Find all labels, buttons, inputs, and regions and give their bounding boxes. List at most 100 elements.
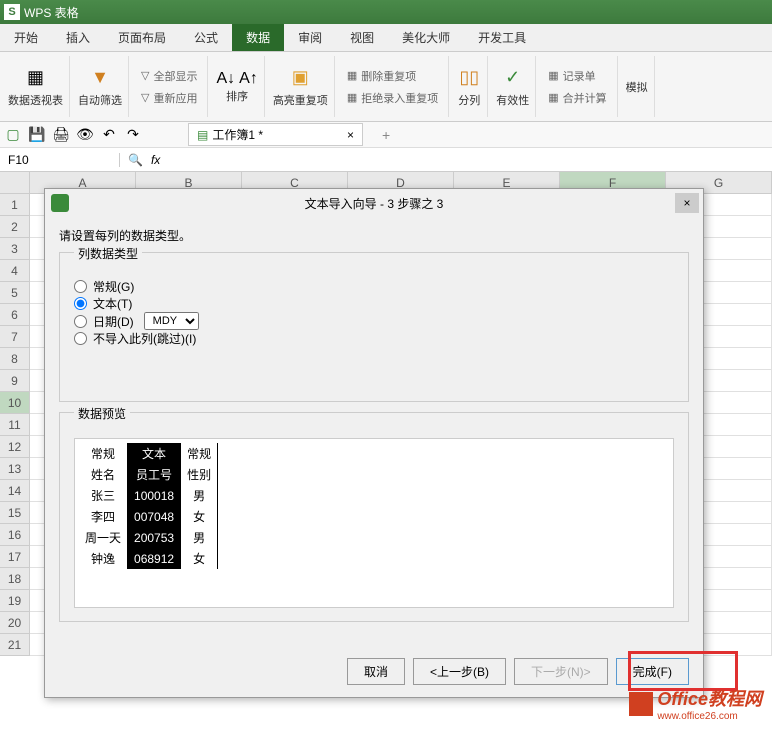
fx-icon[interactable]: fx	[151, 153, 160, 167]
preview-table: 常规文本常规姓名员工号性别张三100018男李四007048女周一天200753…	[79, 443, 218, 569]
back-button[interactable]: <上一步(B)	[413, 658, 506, 685]
row-header-6[interactable]: 6	[0, 304, 30, 326]
finish-button[interactable]: 完成(F)	[616, 658, 689, 685]
print-icon[interactable]: 🖨	[52, 126, 70, 144]
radio-skip-input[interactable]	[74, 332, 87, 345]
reject-dup-icon: ▦	[347, 91, 357, 104]
row-header-14[interactable]: 14	[0, 480, 30, 502]
workbook-tab-label: 工作簿1 *	[212, 126, 263, 143]
sort-button[interactable]: 排序	[226, 88, 248, 104]
row-header-2[interactable]: 2	[0, 216, 30, 238]
radio-general-input[interactable]	[74, 280, 87, 293]
menu-layout[interactable]: 页面布局	[104, 24, 180, 51]
menu-beautify[interactable]: 美化大师	[388, 24, 464, 51]
pivot-icon: ▦	[24, 66, 48, 90]
date-format-select[interactable]: MDY	[144, 312, 199, 330]
dialog-close-button[interactable]: ×	[675, 193, 699, 213]
dialog-logo-icon	[51, 194, 69, 212]
sort-desc-icon[interactable]: A↑	[239, 70, 258, 88]
row-header-12[interactable]: 12	[0, 436, 30, 458]
row-header-20[interactable]: 20	[0, 612, 30, 634]
row-header-11[interactable]: 11	[0, 414, 30, 436]
autofilter-button[interactable]: ▼ 自动筛选	[78, 66, 122, 108]
row-header-10[interactable]: 10	[0, 392, 30, 414]
title-bar: S WPS 表格	[0, 0, 772, 24]
menu-insert[interactable]: 插入	[52, 24, 104, 51]
whatif-label[interactable]: 模拟	[626, 79, 648, 95]
validation-button[interactable]: ✓ 有效性	[496, 66, 529, 108]
radio-general-label: 常规(G)	[93, 278, 134, 295]
radio-general[interactable]: 常规(G)	[74, 278, 674, 295]
cancel-button[interactable]: 取消	[347, 658, 405, 685]
row-header-4[interactable]: 4	[0, 260, 30, 282]
remove-dup-icon: ▦	[347, 69, 357, 82]
radio-date[interactable]: 日期(D) MDY	[74, 312, 674, 330]
undo-icon[interactable]: ↶	[100, 126, 118, 144]
row-header-16[interactable]: 16	[0, 524, 30, 546]
menu-view[interactable]: 视图	[336, 24, 388, 51]
reapply-button[interactable]: ▽重新应用	[137, 88, 201, 108]
radio-text[interactable]: 文本(T)	[74, 295, 674, 312]
showall-label: 全部显示	[153, 68, 197, 84]
next-button: 下一步(N)>	[514, 658, 608, 685]
radio-text-input[interactable]	[74, 297, 87, 310]
save-icon[interactable]: 💾	[28, 126, 46, 144]
consolidate-button[interactable]: ▦合并计算	[544, 88, 610, 108]
redo-icon[interactable]: ↷	[124, 126, 142, 144]
row-header-13[interactable]: 13	[0, 458, 30, 480]
row-header-8[interactable]: 8	[0, 348, 30, 370]
row-header-15[interactable]: 15	[0, 502, 30, 524]
radio-skip[interactable]: 不导入此列(跳过)(I)	[74, 330, 674, 347]
ribbon: ▦ 数据透视表 ▼ 自动筛选 ▽全部显示 ▽重新应用 A↓ A↑ 排序 ▣ 高亮…	[0, 52, 772, 122]
pivot-label: 数据透视表	[8, 92, 63, 108]
consolidate-label: 合并计算	[563, 90, 607, 106]
watermark-icon	[629, 692, 653, 716]
text-to-cols-button[interactable]: ▯▯ 分列	[457, 66, 481, 108]
row-header-18[interactable]: 18	[0, 568, 30, 590]
row-header-17[interactable]: 17	[0, 546, 30, 568]
row-header-21[interactable]: 21	[0, 634, 30, 656]
file-icon: ▤	[197, 128, 208, 142]
preview-box[interactable]: 常规文本常规姓名员工号性别张三100018男李四007048女周一天200753…	[74, 438, 674, 608]
menu-data[interactable]: 数据	[232, 24, 284, 51]
reject-dup-button[interactable]: ▦拒绝录入重复项	[343, 88, 442, 108]
group-label: 列数据类型	[74, 245, 142, 262]
autofilter-label: 自动筛选	[78, 92, 122, 108]
pivot-button[interactable]: ▦ 数据透视表	[8, 66, 63, 108]
watermark-url: www.office26.com	[657, 711, 762, 722]
remove-dup-button[interactable]: ▦删除重复项	[343, 66, 442, 86]
highlight-dup-button[interactable]: ▣ 高亮重复项	[273, 66, 328, 108]
menu-formula[interactable]: 公式	[180, 24, 232, 51]
name-box[interactable]: F10	[0, 153, 120, 167]
row-header-1[interactable]: 1	[0, 194, 30, 216]
menu-review[interactable]: 审阅	[284, 24, 336, 51]
dialog-button-row: 取消 <上一步(B) 下一步(N)> 完成(F)	[347, 658, 689, 685]
row-header-19[interactable]: 19	[0, 590, 30, 612]
validation-label: 有效性	[496, 92, 529, 108]
dialog-title-text: 文本导入向导 - 3 步骤之 3	[305, 195, 444, 212]
row-header-9[interactable]: 9	[0, 370, 30, 392]
showall-button[interactable]: ▽全部显示	[137, 66, 201, 86]
form-icon: ▦	[548, 69, 558, 82]
new-icon[interactable]: ▢	[4, 126, 22, 144]
search-icon[interactable]: 🔍	[128, 153, 143, 167]
split-label: 分列	[458, 92, 480, 108]
add-tab-icon[interactable]: +	[377, 126, 395, 144]
row-header-5[interactable]: 5	[0, 282, 30, 304]
formula-bar: F10 🔍 fx	[0, 148, 772, 172]
watermark: Office教程网 www.office26.com	[629, 685, 762, 722]
row-header-3[interactable]: 3	[0, 238, 30, 260]
row-header-7[interactable]: 7	[0, 326, 30, 348]
workbook-tab[interactable]: ▤ 工作簿1 * ×	[188, 123, 363, 146]
radio-date-label: 日期(D)	[93, 313, 134, 330]
reapply-label: 重新应用	[153, 90, 197, 106]
menu-dev[interactable]: 开发工具	[464, 24, 540, 51]
preview-icon[interactable]: 👁	[76, 126, 94, 144]
select-all-corner[interactable]	[0, 172, 30, 193]
sort-asc-icon[interactable]: A↓	[216, 70, 235, 88]
record-form-button[interactable]: ▦记录单	[544, 66, 610, 86]
dialog-titlebar[interactable]: 文本导入向导 - 3 步骤之 3 ×	[45, 189, 703, 217]
radio-date-input[interactable]	[74, 315, 87, 328]
tab-close-icon[interactable]: ×	[347, 128, 354, 142]
menu-start[interactable]: 开始	[0, 24, 52, 51]
